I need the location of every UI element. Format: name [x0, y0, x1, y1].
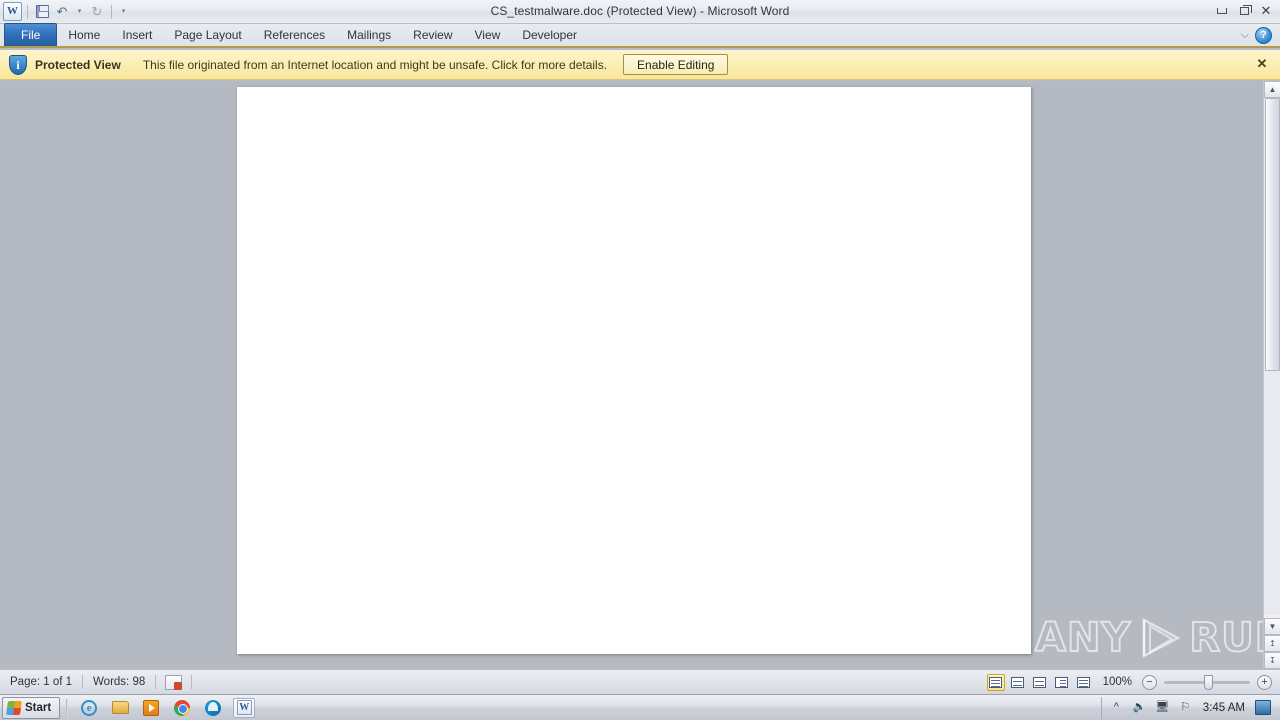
tab-references[interactable]: References [253, 24, 336, 46]
show-hidden-icons-icon[interactable]: ^ [1109, 700, 1124, 715]
word-application-window: W ↶ ▾ ↻ ▾ CS_testmalware.doc (Protected … [0, 0, 1280, 720]
taskbar-quick-launch: e W [78, 697, 256, 718]
protected-view-title: Protected View [35, 57, 121, 72]
tab-home[interactable]: Home [57, 24, 111, 46]
taskbar-word[interactable]: W [233, 697, 256, 718]
tab-insert[interactable]: Insert [111, 24, 163, 46]
print-layout-view-button[interactable] [986, 673, 1005, 691]
status-word-count[interactable]: Words: 98 [83, 676, 155, 688]
volume-icon[interactable]: 🔈 [1132, 700, 1147, 715]
vertical-scrollbar[interactable]: ▲ ▼ ↥ ↧ [1263, 81, 1280, 669]
scroll-up-button[interactable]: ▲ [1264, 81, 1280, 98]
taskbar-edge[interactable] [202, 698, 224, 718]
shield-glyph: i [16, 57, 20, 72]
windows-taskbar: Start e W ^ 🔈 🖥 ⚐ 3:45 AM [0, 694, 1280, 720]
web-layout-view-button[interactable] [1031, 674, 1049, 691]
system-tray: ^ 🔈 🖥 ⚐ 3:45 AM [1100, 696, 1278, 719]
status-divider-2 [155, 675, 157, 689]
taskbar-chrome[interactable] [171, 698, 193, 718]
protected-view-bar: i Protected View This file originated fr… [0, 50, 1280, 80]
document-page[interactable] [237, 87, 1031, 654]
protected-view-message: This file originated from an Internet lo… [142, 57, 608, 72]
ribbon-tab-bar: File Home Insert Page Layout References … [0, 23, 1280, 48]
info-shield-icon: i [9, 54, 27, 75]
taskbar-word-glyph: W [236, 700, 252, 715]
ribbon-right-controls: ⌵ ? [1241, 27, 1280, 46]
zoom-level-label[interactable]: 100% [1097, 676, 1138, 688]
scrollbar-thumb[interactable] [1265, 98, 1280, 371]
action-center-flag-icon[interactable]: ⚐ [1178, 700, 1193, 715]
next-page-button[interactable]: ↧ [1264, 652, 1280, 669]
start-button[interactable]: Start [2, 696, 61, 719]
tab-review[interactable]: Review [402, 24, 463, 46]
clock[interactable]: 3:45 AM [1201, 702, 1247, 714]
tab-file[interactable]: File [4, 23, 58, 46]
start-button-label: Start [25, 701, 52, 714]
taskbar-media-player[interactable] [140, 698, 162, 718]
status-bar: Page: 1 of 1 Words: 98 100% − + [0, 669, 1280, 694]
close-bar-icon[interactable]: ✕ [1253, 55, 1271, 73]
help-icon[interactable]: ? [1255, 27, 1272, 44]
status-page-indicator[interactable]: Page: 1 of 1 [0, 676, 82, 688]
scrollbar-track[interactable] [1264, 98, 1280, 615]
scroll-down-button[interactable]: ▼ [1264, 618, 1280, 635]
zoom-slider-track[interactable] [1164, 674, 1250, 690]
draft-view-button[interactable] [1075, 674, 1093, 691]
minimize-button[interactable] [1212, 2, 1232, 20]
zoom-out-button[interactable]: − [1142, 674, 1157, 690]
document-canvas[interactable] [0, 81, 1280, 669]
tab-mailings[interactable]: Mailings [336, 24, 402, 46]
tab-page-layout[interactable]: Page Layout [163, 24, 252, 46]
scrollbar-bottom-buttons: ▼ ↥ ↧ [1264, 618, 1280, 669]
taskbar-divider [66, 698, 69, 717]
restore-button[interactable] [1234, 2, 1254, 20]
title-bar: W ↶ ▾ ↻ ▾ CS_testmalware.doc (Protected … [0, 0, 1280, 24]
taskbar-windows-explorer[interactable] [109, 698, 131, 718]
window-controls: ✕ [1212, 2, 1276, 20]
zoom-in-button[interactable]: + [1257, 674, 1272, 690]
close-button[interactable]: ✕ [1256, 2, 1276, 20]
show-desktop-button[interactable] [1255, 700, 1271, 715]
previous-page-button[interactable]: ↥ [1264, 635, 1280, 652]
full-screen-reading-view-button[interactable] [1009, 674, 1027, 691]
enable-editing-button[interactable]: Enable Editing [623, 54, 729, 75]
taskbar-internet-explorer[interactable]: e [78, 698, 100, 718]
tab-developer[interactable]: Developer [511, 24, 588, 46]
network-icon[interactable]: 🖥 [1155, 700, 1170, 715]
windows-logo-icon [6, 700, 22, 715]
status-divider-3 [191, 675, 193, 689]
window-title: CS_testmalware.doc (Protected View) - Mi… [490, 4, 790, 18]
proofing-errors-icon[interactable] [165, 674, 183, 690]
tab-view[interactable]: View [464, 24, 512, 46]
outline-view-button[interactable] [1053, 674, 1071, 691]
zoom-slider-thumb[interactable] [1204, 674, 1213, 690]
collapse-ribbon-icon[interactable]: ⌵ [1241, 29, 1249, 42]
status-right-controls: 100% − + [986, 673, 1280, 691]
